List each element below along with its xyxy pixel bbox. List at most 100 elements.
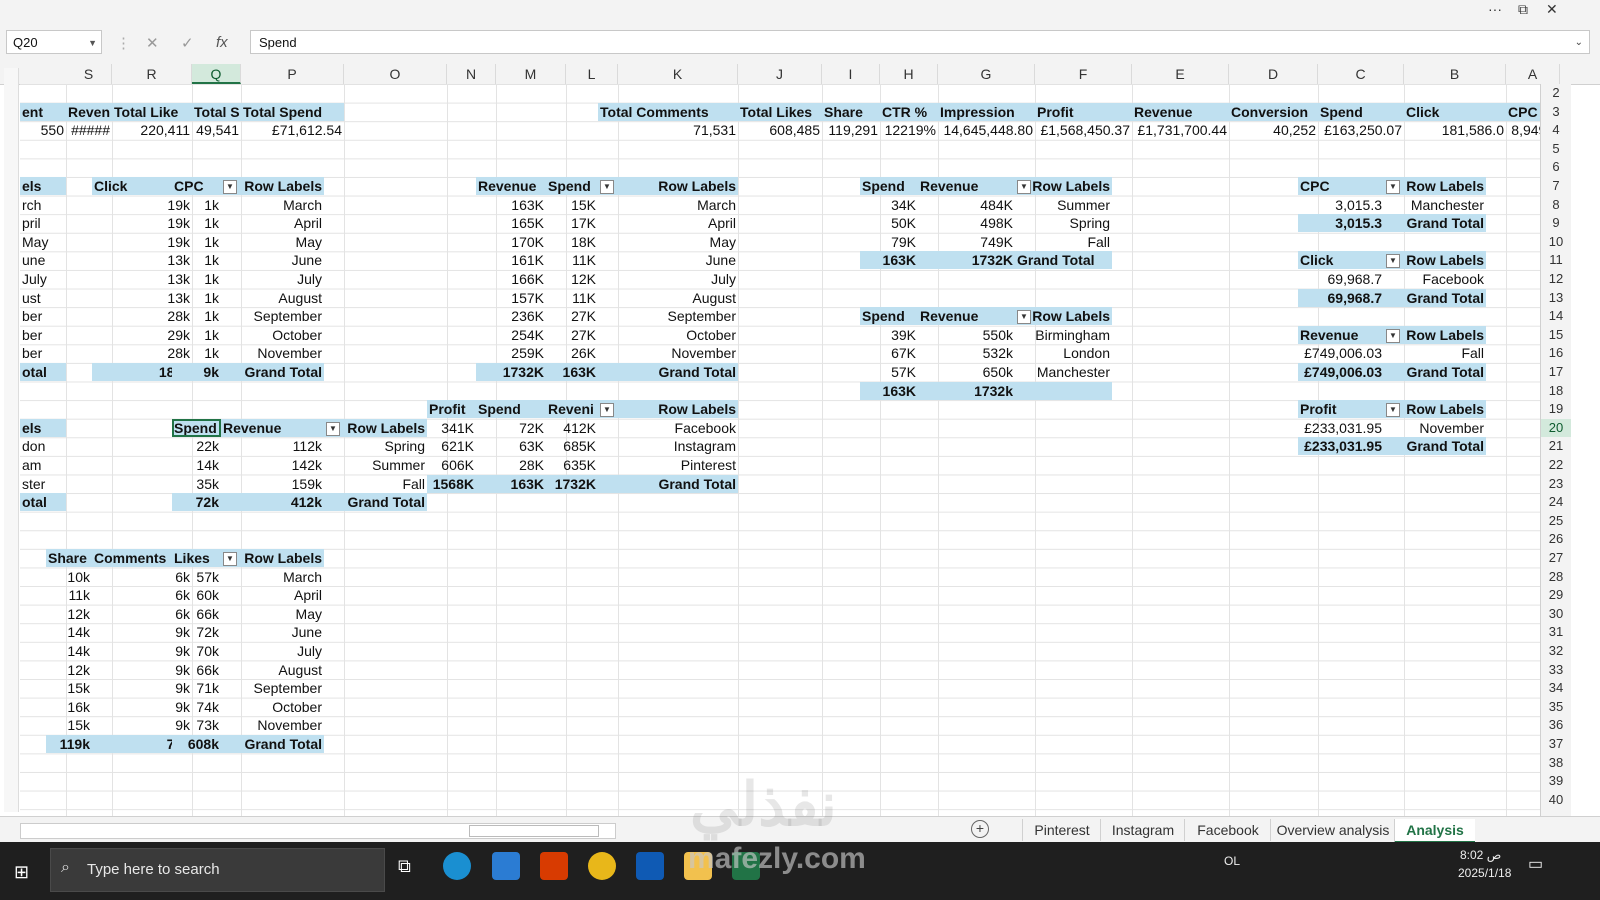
column-header-R[interactable]: R: [112, 64, 192, 84]
pivot-cell[interactable]: 112k: [221, 437, 324, 455]
taskbar-search[interactable]: ⌕ Type here to search: [50, 848, 385, 892]
pivot-header[interactable]: Revenue: [918, 307, 1015, 326]
scroll-thumb[interactable]: [469, 825, 599, 837]
row-header-20[interactable]: 20: [1541, 418, 1571, 437]
summary-value[interactable]: 12219%: [880, 121, 938, 139]
pivot-cell[interactable]: 66k: [172, 605, 221, 623]
horizontal-scrollbar[interactable]: [20, 823, 616, 839]
pivot-header[interactable]: els: [20, 177, 66, 195]
summary-value[interactable]: 40,252: [1229, 121, 1318, 139]
pivot-cell[interactable]: 550k: [918, 326, 1015, 344]
sheet-tab-analysis[interactable]: Analysis: [1394, 819, 1475, 844]
pivot-cell[interactable]: May: [20, 233, 66, 251]
row-header-14[interactable]: 14: [1541, 307, 1571, 325]
pivot-total[interactable]: 608k: [172, 735, 221, 753]
office-icon[interactable]: [540, 852, 568, 880]
pivot-cell[interactable]: 165K: [476, 214, 546, 232]
outlook-icon[interactable]: [636, 852, 664, 880]
summary-value[interactable]: £1,568,450.37: [1035, 121, 1132, 139]
pivot-cell[interactable]: 1k: [172, 233, 221, 251]
pivot-cell[interactable]: July: [221, 270, 324, 288]
pivot-cell[interactable]: May: [598, 233, 738, 251]
summary-value[interactable]: 14,645,448.80: [938, 121, 1035, 139]
pivot-header[interactable]: Row Labels: [598, 177, 738, 195]
filter-icon[interactable]: ▼: [600, 403, 614, 418]
pivot-cell[interactable]: ber: [20, 326, 66, 344]
pivot-header[interactable]: Spend: [860, 307, 918, 326]
pivot-cell[interactable]: 57k: [172, 568, 221, 586]
pivot-cell[interactable]: 484K: [918, 196, 1015, 214]
pivot-cpc-total[interactable]: Grand Total: [1384, 214, 1486, 233]
pivot-cell[interactable]: Spring: [1015, 214, 1112, 232]
pivot-header[interactable]: CPC: [172, 177, 221, 195]
pivot-cell[interactable]: 1k: [172, 214, 221, 232]
column-header-E[interactable]: E: [1132, 64, 1229, 84]
row-header-19[interactable]: 19: [1541, 400, 1571, 418]
pivot-header[interactable]: Revenue: [476, 177, 546, 195]
formula-input[interactable]: Spend ⌄: [250, 30, 1590, 54]
filter-icon[interactable]: ▼: [223, 180, 237, 194]
pivot-cell[interactable]: ber: [20, 307, 66, 325]
pivot-cell[interactable]: 1k: [172, 270, 221, 288]
pivot-cell[interactable]: 14k: [46, 623, 92, 641]
pivot-cell[interactable]: May: [221, 605, 324, 623]
row-header-27[interactable]: 27: [1541, 549, 1571, 567]
row-header-18[interactable]: 18: [1541, 382, 1571, 400]
summary-header[interactable]: CPC: [1506, 102, 1540, 121]
filter-icon[interactable]: ▼: [223, 552, 237, 566]
row-header-33[interactable]: 33: [1541, 661, 1571, 679]
sheet-tab-overview-analysis[interactable]: Overview analysis: [1270, 819, 1395, 841]
summary-header[interactable]: Total Like: [112, 102, 192, 121]
pivot-cell[interactable]: July: [20, 270, 66, 288]
pivot-cpc-cell[interactable]: Manchester: [1384, 196, 1486, 214]
row-header-25[interactable]: 25: [1541, 512, 1571, 530]
pivot-header[interactable]: Spend: [476, 400, 546, 419]
row-header-5[interactable]: 5: [1541, 140, 1571, 158]
pivot-cell[interactable]: 72k: [172, 623, 221, 641]
close-icon[interactable]: ✕: [1546, 1, 1558, 18]
pivot-total[interactable]: 163K: [546, 363, 598, 381]
pivot-total[interactable]: otal: [20, 363, 66, 381]
pivot-cell[interactable]: November: [598, 344, 738, 362]
chevron-down-icon[interactable]: ▼: [88, 31, 97, 55]
pivot-cell[interactable]: 161K: [476, 251, 546, 269]
task-view-icon[interactable]: ⧉: [398, 856, 411, 877]
pivot-cell[interactable]: 73k: [172, 716, 221, 734]
row-header-4[interactable]: 4: [1541, 121, 1571, 139]
pivot-cell[interactable]: April: [221, 214, 324, 232]
row-header-7[interactable]: 7: [1541, 177, 1571, 195]
pivot-cell[interactable]: 1k: [172, 307, 221, 325]
pivot-header[interactable]: Revenue: [221, 418, 324, 437]
pivot-cell[interactable]: 72K: [476, 419, 546, 437]
pivot-cell[interactable]: 27K: [546, 307, 598, 325]
pivot-total[interactable]: 163K: [860, 251, 918, 270]
pivot-cell[interactable]: Birmingham: [1015, 326, 1112, 344]
pivot-cell[interactable]: 650k: [918, 363, 1015, 381]
more-icon[interactable]: ···: [1488, 1, 1502, 17]
summary-value[interactable]: 550: [20, 121, 66, 139]
restore-icon[interactable]: ⧉: [1518, 1, 1528, 18]
summary-value[interactable]: £1,731,700.44: [1132, 121, 1229, 139]
summary-header[interactable]: Click: [1404, 102, 1506, 121]
filter-icon[interactable]: ▼: [600, 180, 614, 194]
column-header-L[interactable]: L: [566, 64, 618, 84]
column-header-P[interactable]: P: [241, 64, 344, 84]
row-header-16[interactable]: 16: [1541, 344, 1571, 362]
name-box[interactable]: Q20 ▼: [6, 30, 102, 54]
language-indicator[interactable]: OL: [1224, 854, 1240, 868]
row-header-30[interactable]: 30: [1541, 605, 1571, 623]
column-header-D[interactable]: D: [1229, 64, 1318, 84]
pivot-cell[interactable]: August: [598, 289, 738, 307]
pivot-cell[interactable]: 63K: [476, 437, 546, 455]
pivot-cell[interactable]: 11K: [546, 251, 598, 269]
pivot-click-cell[interactable]: 69,968.7: [1298, 270, 1384, 288]
pivot-header[interactable]: Profit: [427, 400, 476, 419]
pivot-total[interactable]: 1568K: [427, 474, 476, 493]
pivot-total[interactable]: 1732K: [546, 474, 598, 493]
pivot-revenue-header[interactable]: Revenue: [1298, 325, 1384, 344]
pivot-cell[interactable]: 34K: [860, 196, 918, 214]
row-header-29[interactable]: 29: [1541, 586, 1571, 604]
pivot-revenue-cell[interactable]: Fall: [1384, 344, 1486, 362]
sheet-tab-pinterest[interactable]: Pinterest: [1022, 819, 1101, 841]
pivot-cell[interactable]: July: [221, 642, 324, 660]
